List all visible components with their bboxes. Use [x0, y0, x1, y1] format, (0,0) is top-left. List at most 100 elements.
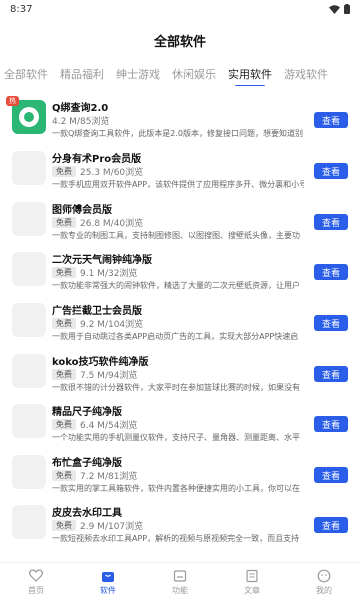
- view-button[interactable]: 查看: [314, 366, 348, 382]
- app-meta: 免费 6.4 M/54浏览: [52, 418, 137, 431]
- app-name: 图师傅会员版: [52, 205, 112, 216]
- wifi-icon: [329, 4, 340, 14]
- app-meta: 免费 9.1 M/32浏览: [52, 266, 137, 279]
- app-name: 分身有术Pro会员版: [52, 154, 142, 165]
- nav-software-label: 软件: [100, 585, 116, 595]
- app-thumbnail: [12, 404, 46, 438]
- view-button[interactable]: 查看: [314, 416, 348, 432]
- app-name: 布忙盒子纯净版: [52, 458, 122, 469]
- view-button[interactable]: 查看: [314, 517, 348, 533]
- tab-utility-software[interactable]: 实用软件: [228, 66, 272, 86]
- free-badge: 免费: [52, 267, 76, 278]
- free-badge: 免费: [52, 318, 76, 329]
- doc-icon: [244, 568, 260, 584]
- list-item[interactable]: 皮皮去水印工具 免费 2.9 M/107浏览 一款短视频去水印工具APP，解析的…: [0, 501, 360, 549]
- list-item[interactable]: 热 Q绑查询2.0 4.2 M/85浏览 一款Q绑查询工具软件，此版本是2.0版…: [0, 96, 360, 144]
- nav-mine-label: 我的: [316, 585, 332, 595]
- app-name: 广告拦截卫士会员版: [52, 306, 142, 317]
- tab-all-software[interactable]: 全部软件: [4, 66, 48, 86]
- list-item[interactable]: 精品尺子纯净版 免费 6.4 M/54浏览 一个功能实用的手机测量仪软件，支持尺…: [0, 400, 360, 448]
- app-description: 一款手机应用双开软件APP，该软件提供了应用程序多开、微分裏和小号: [52, 180, 304, 189]
- app-size: 9.2 M/104浏览: [80, 320, 144, 330]
- app-size: 7.5 M/94浏览: [80, 371, 138, 381]
- status-bar: 8:37: [0, 0, 360, 18]
- app-size: 2.9 M/107浏览: [80, 522, 144, 532]
- app-thumbnail: [12, 252, 46, 286]
- view-button[interactable]: 查看: [314, 315, 348, 331]
- view-button[interactable]: 查看: [314, 214, 348, 230]
- app-meta: 4.2 M/85浏览: [52, 114, 109, 127]
- heart-icon: [28, 568, 44, 584]
- battery-icon: [344, 4, 350, 14]
- status-time: 8:37: [10, 3, 33, 15]
- app-meta: 免费 26.8 M/40浏览: [52, 216, 143, 229]
- nav-features[interactable]: 功能: [155, 568, 205, 596]
- app-description: 一款Q绑查询工具软件，此版本是2.0版本，修复接口问题，想要知道别: [52, 129, 304, 138]
- tab-featured-benefits[interactable]: 精品福利: [60, 66, 104, 86]
- free-badge: 免费: [52, 369, 76, 380]
- app-size: 6.4 M/54浏览: [80, 421, 138, 431]
- view-button[interactable]: 查看: [314, 264, 348, 280]
- app-thumbnail: [12, 354, 46, 388]
- category-tabs: 全部软件 精品福利 绅士游戏 休闲娱乐 实用软件 游戏软件: [0, 66, 360, 86]
- free-badge: 免费: [52, 217, 76, 228]
- hot-badge: 热: [6, 96, 19, 106]
- app-name: koko技巧软件纯净版: [52, 357, 149, 368]
- app-size: 7.2 M/81浏览: [80, 472, 138, 482]
- app-description: 一款短视频去水印工具APP，解析的视频与原视频完全一致，而且支持: [52, 534, 300, 543]
- tab-casual-entertainment[interactable]: 休闲娱乐: [172, 66, 216, 86]
- tab-game-software[interactable]: 游戏软件: [284, 66, 328, 86]
- list-item[interactable]: 分身有术Pro会员版 免费 25.3 M/60浏览 一款手机应用双开软件APP，…: [0, 147, 360, 195]
- free-badge: 免费: [52, 470, 76, 481]
- app-meta: 免费 2.9 M/107浏览: [52, 519, 143, 532]
- box-icon: [172, 568, 188, 584]
- list-item[interactable]: 二次元天气闹钟纯净版 免费 9.1 M/32浏览 一款功能非常强大的闹钟软件，精…: [0, 248, 360, 296]
- view-button[interactable]: 查看: [314, 467, 348, 483]
- free-badge: 免费: [52, 166, 76, 177]
- app-description: 一款用于自动跳过各类APP启动页广告的工具，实现大部分APP快速启: [52, 332, 299, 341]
- list-item[interactable]: koko技巧软件纯净版 免费 7.5 M/94浏览 一款很不错的计分器软件，大家…: [0, 350, 360, 398]
- app-name: 精品尺子纯净版: [52, 407, 122, 418]
- nav-articles-label: 文章: [244, 585, 260, 595]
- app-name: 皮皮去水印工具: [52, 508, 122, 519]
- app-meta: 免费 25.3 M/60浏览: [52, 165, 143, 178]
- app-description: 一款很不错的计分器软件，大家平时在参加篮球比赛的时候，如果没有: [52, 383, 300, 392]
- list-item[interactable]: 图师傅会员版 免费 26.8 M/40浏览 一款专业的制图工具，支持制图修图、以…: [0, 198, 360, 246]
- app-description: 一款专业的制图工具，支持制图修图、以图搜图、搜壁纸头像，主要功: [52, 231, 300, 240]
- app-size: 26.8 M/40浏览: [80, 219, 144, 229]
- app-size: 4.2 M/85浏览: [52, 117, 110, 127]
- app-meta: 免费 9.2 M/104浏览: [52, 317, 143, 330]
- nav-features-label: 功能: [172, 585, 188, 595]
- app-size: 25.3 M/60浏览: [80, 168, 144, 178]
- bag-icon: [100, 568, 116, 584]
- list-item[interactable]: 广告拦截卫士会员版 免费 9.2 M/104浏览 一款用于自动跳过各类APP启动…: [0, 299, 360, 347]
- nav-articles[interactable]: 文章: [227, 568, 277, 596]
- free-badge: 免费: [52, 520, 76, 531]
- status-icons: [329, 4, 350, 14]
- face-icon: [316, 568, 332, 584]
- app-meta: 免费 7.5 M/94浏览: [52, 368, 137, 381]
- app-thumbnail: [12, 455, 46, 489]
- free-badge: 免费: [52, 419, 76, 430]
- app-thumbnail: [12, 505, 46, 539]
- nav-software[interactable]: 软件: [83, 568, 133, 596]
- bottom-nav: 首页 软件 功能 文章 我的: [0, 562, 360, 600]
- app-thumbnail: [12, 151, 46, 185]
- tab-gentleman-games[interactable]: 绅士游戏: [116, 66, 160, 86]
- app-meta: 免费 7.2 M/81浏览: [52, 469, 137, 482]
- app-name: 二次元天气闹钟纯净版: [52, 255, 152, 266]
- app-description: 一款实用的掌工具箱软件，软件内置各种便捷实用的小工具，你可以在: [52, 484, 300, 493]
- view-button[interactable]: 查看: [314, 112, 348, 128]
- app-name: Q绑查询2.0: [52, 103, 109, 114]
- app-thumbnail: [12, 303, 46, 337]
- list-item[interactable]: 布忙盒子纯净版 免费 7.2 M/81浏览 一款实用的掌工具箱软件，软件内置各种…: [0, 451, 360, 499]
- nav-mine[interactable]: 我的: [299, 568, 349, 596]
- nav-home-label: 首页: [28, 585, 44, 595]
- view-button[interactable]: 查看: [314, 163, 348, 179]
- app-size: 9.1 M/32浏览: [80, 269, 138, 279]
- page-title: 全部软件: [153, 35, 206, 50]
- nav-home[interactable]: 首页: [11, 568, 61, 596]
- app-thumbnail: [12, 202, 46, 236]
- app-description: 一款功能非常强大的闹钟软件，精选了大量的二次元壁纸资源，让用户: [52, 281, 300, 290]
- app-description: 一个功能实用的手机测量仪软件，支持尺子、量角器、测量距离、水平: [52, 433, 300, 442]
